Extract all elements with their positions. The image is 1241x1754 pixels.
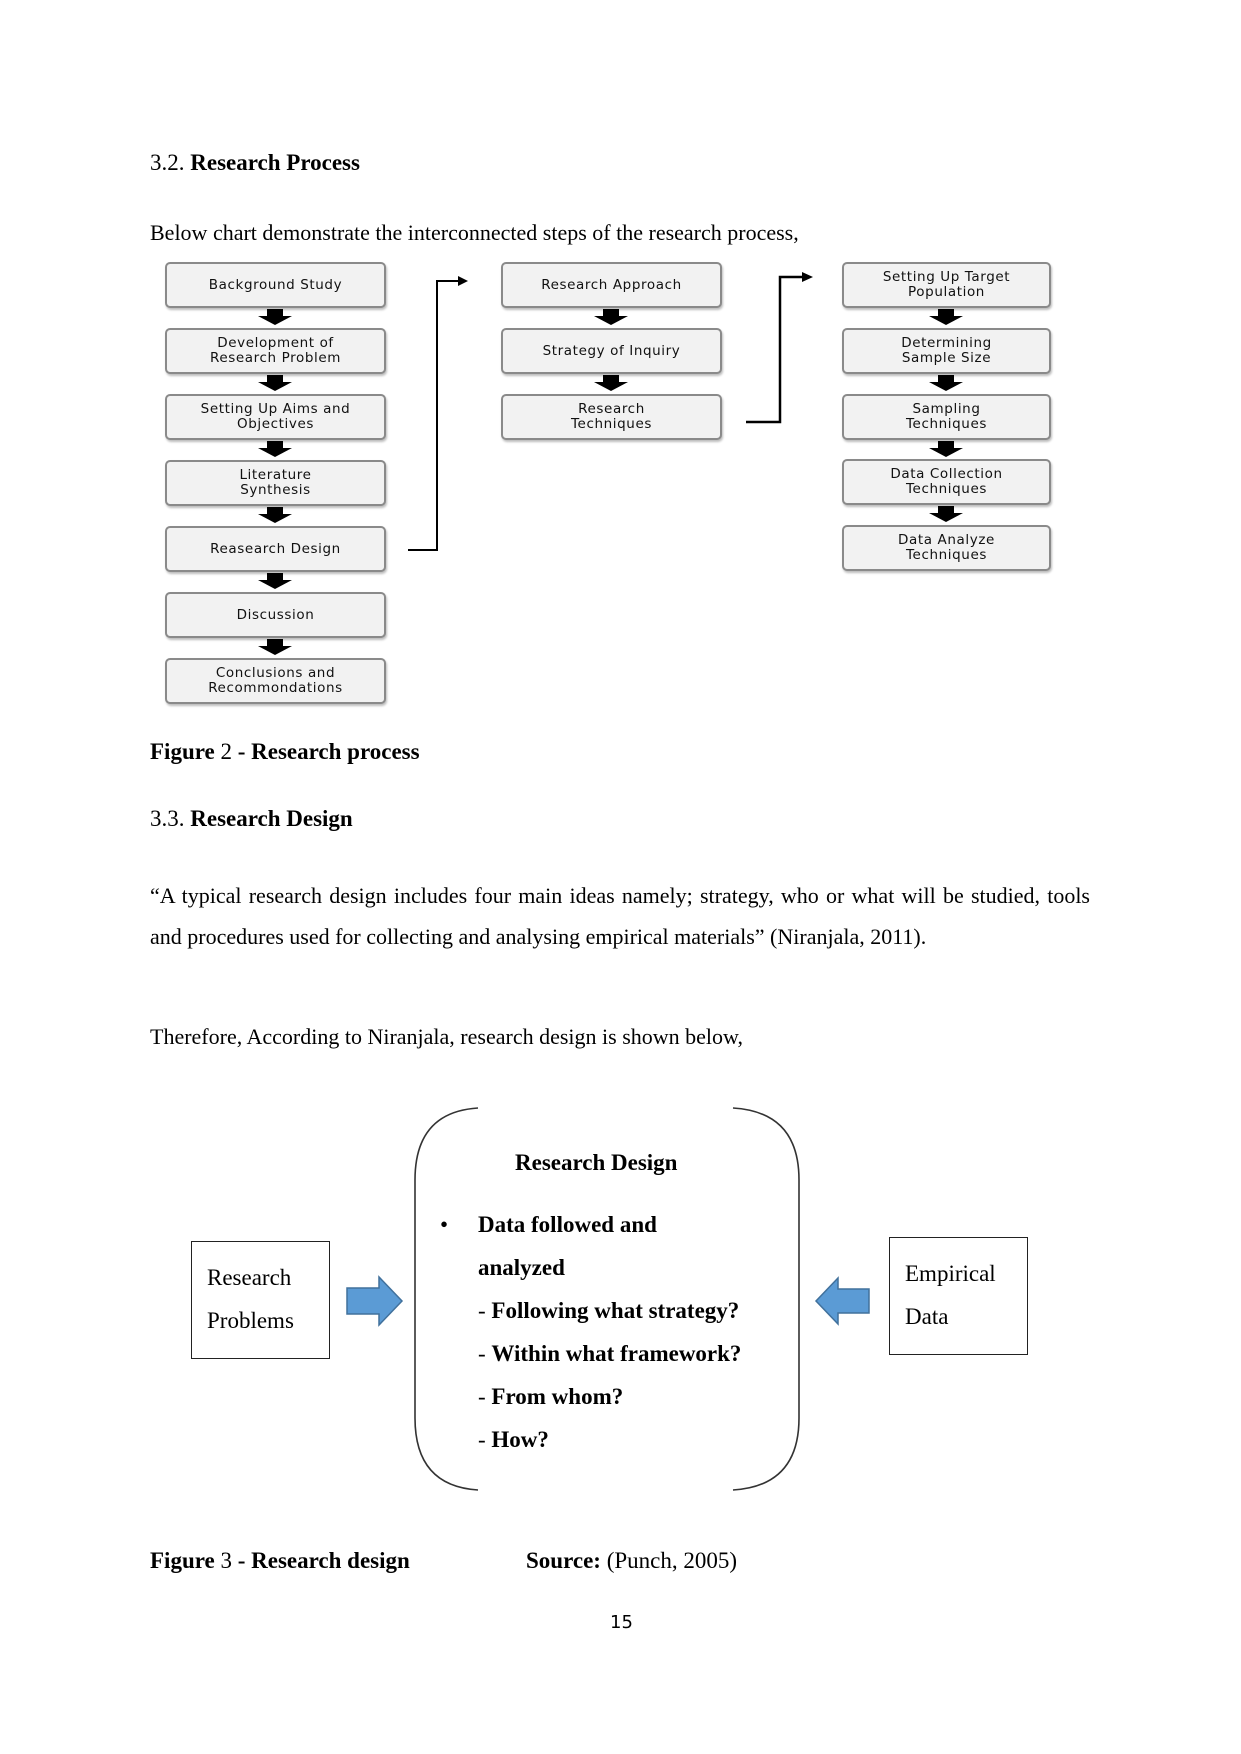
connector-techniques-to-population — [746, 272, 813, 424]
arrowhead-icon — [458, 276, 468, 286]
research-design-title: Research Design — [515, 1150, 678, 1175]
section-heading-3-3: 3.3. Research Design — [150, 806, 353, 832]
section-title: Research Design — [190, 806, 353, 831]
question-item: - How? — [478, 1427, 549, 1452]
figure-2-caption: Figure 2 - Research process — [150, 739, 420, 764]
quote-paragraph: “A typical research design includes four… — [150, 883, 1090, 949]
research-problems-box: Research Problems — [191, 1241, 330, 1359]
section-number: 3.3. — [150, 806, 185, 831]
figure-3-caption: Figure 3 - Research design — [150, 1548, 410, 1573]
lead-in-paragraph: Therefore, According to Niranjala, resea… — [150, 1024, 743, 1049]
right-arrow-icon — [346, 1275, 404, 1327]
question-item: - From whom? — [478, 1384, 624, 1409]
figure-3-source: Source: (Punch, 2005) — [526, 1548, 738, 1573]
left-arrow-icon — [814, 1276, 870, 1326]
bullet-line-2: analyzed — [478, 1255, 565, 1280]
empirical-data-box: Empirical Data — [889, 1237, 1028, 1355]
page-number: 15 — [610, 1612, 633, 1633]
question-item: - Following what strategy? — [478, 1298, 740, 1323]
bullet-icon: • — [440, 1212, 449, 1237]
connector-research-design-to-approach — [408, 276, 468, 551]
question-item: - Within what framework? — [478, 1341, 742, 1366]
flow-connectors — [408, 272, 813, 551]
bullet-line-1: Data followed and — [478, 1212, 657, 1237]
arrowhead-icon — [802, 272, 813, 282]
